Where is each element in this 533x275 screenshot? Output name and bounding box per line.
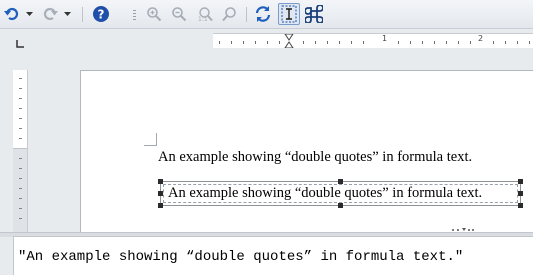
update-icon: [255, 6, 271, 22]
toolbar-grip: [133, 10, 136, 20]
zoom-out-icon: [172, 7, 187, 22]
resize-handle[interactable]: [338, 179, 343, 184]
resize-handle[interactable]: [518, 203, 523, 208]
page-corner-marker: [144, 133, 157, 146]
undo-dropdown-icon: [25, 11, 33, 16]
ruler-number: 2: [478, 34, 484, 43]
redo-dropdown-button[interactable]: [62, 3, 72, 25]
redo-dropdown-icon: [63, 11, 71, 16]
resize-handle[interactable]: [518, 191, 523, 196]
redo-icon: [43, 7, 58, 21]
svg-text:?: ?: [98, 8, 105, 22]
formula-command-text[interactable]: "An example showing “double quotes” in f…: [18, 249, 463, 265]
resize-handle[interactable]: [338, 203, 343, 208]
zoom-100-button[interactable]: 1:1: [195, 3, 215, 25]
horizontal-ruler[interactable]: 1 2: [213, 33, 533, 49]
resize-handle[interactable]: [158, 179, 163, 184]
show-all-button[interactable]: [220, 3, 240, 25]
help-icon: ?: [93, 6, 109, 22]
symbols-icon: [305, 5, 323, 23]
indent-marker-icon[interactable]: [284, 34, 294, 48]
toolbar-separator: [246, 7, 247, 22]
undo-dropdown-button[interactable]: [24, 3, 34, 25]
zoom-in-icon: [147, 7, 162, 22]
resize-handle[interactable]: [158, 203, 163, 208]
redo-button[interactable]: [40, 3, 60, 25]
zoom-out-button[interactable]: [169, 3, 189, 25]
update-button[interactable]: [252, 3, 274, 25]
tab-stop-icon[interactable]: [15, 39, 25, 49]
formula-cursor-button[interactable]: [278, 3, 300, 25]
vertical-ruler[interactable]: [13, 70, 28, 232]
ruler-corner: [0, 29, 32, 51]
zoom-100-icon: 1:1: [198, 7, 213, 22]
ruler-number: 1: [382, 34, 388, 43]
standard-toolbar: ? 1:1: [0, 0, 533, 29]
resize-handle[interactable]: [158, 191, 163, 196]
show-all-icon: [222, 7, 236, 22]
resize-handle[interactable]: [518, 179, 523, 184]
formula-text[interactable]: An example showing “double quotes” in fo…: [168, 185, 482, 202]
document-text-line: An example showing “double quotes” in fo…: [158, 149, 473, 165]
undo-button[interactable]: [2, 3, 22, 25]
symbols-button[interactable]: [303, 3, 325, 25]
zoom-in-button[interactable]: [144, 3, 164, 25]
formula-cursor-icon: [281, 5, 297, 23]
toolbar-separator: [82, 7, 83, 22]
svg-text:1:1: 1:1: [198, 16, 208, 22]
help-button[interactable]: ?: [90, 3, 112, 25]
undo-icon: [4, 7, 19, 21]
